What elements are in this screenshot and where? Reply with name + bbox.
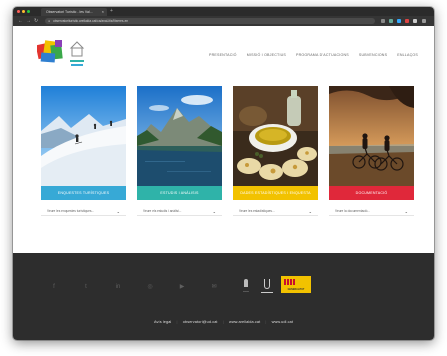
extension-icon[interactable] bbox=[413, 19, 417, 23]
card-label: DADES ESTADÍSTIQUES I ENQUESTA bbox=[233, 186, 318, 200]
partner-logo-generalitat[interactable]: GENERALITAT bbox=[281, 276, 311, 293]
card-label: DOCUMENTACIÓ bbox=[329, 186, 414, 200]
email-link[interactable]: observatori@ud.cat bbox=[183, 320, 218, 324]
facebook-icon[interactable]: f bbox=[49, 282, 59, 292]
nav-item-presentacio[interactable]: PRESENTACIÓ bbox=[209, 53, 237, 57]
chevron-down-icon: ⌄ bbox=[404, 209, 408, 214]
menu-icon[interactable] bbox=[422, 19, 426, 23]
nav-item-missio[interactable]: MISSIÓ I OBJECTIUS bbox=[247, 53, 286, 57]
browser-window: Observatori Turístic - les Val... × + ← … bbox=[13, 7, 434, 340]
card-enquestes[interactable]: ENQUESTES TURÍSTIQUES Veure les enqueste… bbox=[41, 86, 126, 216]
footer-contact: Avís legal | observatori@ud.cat | www.ar… bbox=[153, 320, 293, 324]
browser-tab[interactable]: Observatori Turístic - les Val... × bbox=[41, 8, 107, 16]
close-window-button[interactable] bbox=[17, 10, 20, 13]
lock-icon: ● bbox=[48, 19, 51, 23]
partner-logo-udl[interactable]: ▲▲▲ bbox=[239, 277, 253, 293]
dropdown-text: Veure la documentació... bbox=[335, 209, 371, 213]
youtube-icon[interactable]: ▶ bbox=[177, 282, 187, 292]
chevron-down-icon: ⌄ bbox=[116, 209, 120, 214]
url-text: observatoriturístic.arellalda.cat/ca/ana… bbox=[53, 19, 129, 23]
tab-title: Observatori Turístic - les Val... bbox=[46, 10, 93, 14]
chevron-down-icon: ⌄ bbox=[308, 209, 312, 214]
browser-toolbar: ← → ↻ ● observatoriturístic.arellalda.ca… bbox=[13, 16, 434, 26]
chevron-down-icon: ⌄ bbox=[212, 209, 216, 214]
extension-icon[interactable] bbox=[389, 19, 393, 23]
site-logo[interactable] bbox=[37, 38, 89, 72]
dropdown-estadistiques[interactable]: Veure les estadístiques... ⌄ bbox=[233, 209, 318, 216]
card-label: ENQUESTES TURÍSTIQUES bbox=[41, 186, 126, 200]
partner-logo-diputacio[interactable] bbox=[261, 277, 273, 293]
social-links: f t in ◎ ▶ ✉ bbox=[49, 282, 219, 292]
reload-icon[interactable]: ↻ bbox=[34, 17, 38, 25]
card-estudis[interactable]: ESTUDIS I ANÀLISIS Veure els estudis i a… bbox=[137, 86, 222, 216]
card-image-cycling bbox=[329, 86, 414, 186]
back-icon[interactable]: ← bbox=[18, 17, 23, 25]
card-image-lake bbox=[137, 86, 222, 186]
linkedin-icon[interactable]: in bbox=[113, 282, 123, 292]
card-image-skiing bbox=[41, 86, 126, 186]
card-image-food bbox=[233, 86, 318, 186]
email-icon[interactable]: ✉ bbox=[209, 282, 219, 292]
dropdown-text: Veure les estadístiques... bbox=[239, 209, 275, 213]
new-tab-button[interactable]: + bbox=[110, 8, 113, 15]
dropdown-text: Veure els estudis i anàlisi... bbox=[143, 209, 182, 213]
instagram-icon[interactable]: ◎ bbox=[145, 282, 155, 292]
window-controls bbox=[17, 10, 30, 13]
nav-item-programa[interactable]: PROGRAMA D'ACTUACIONS bbox=[296, 53, 349, 57]
tab-close-icon[interactable]: × bbox=[102, 8, 104, 16]
card-estadistiques[interactable]: DADES ESTADÍSTIQUES I ENQUESTA Veure les… bbox=[233, 86, 318, 216]
card-documentacio[interactable]: DOCUMENTACIÓ Veure la documentació... ⌄ bbox=[329, 86, 414, 216]
address-bar[interactable]: ● observatoriturístic.arellalda.cat/ca/a… bbox=[45, 18, 375, 24]
category-cards: ENQUESTES TURÍSTIQUES Veure les enqueste… bbox=[41, 86, 414, 216]
browser-titlebar: Observatori Turístic - les Val... × + bbox=[13, 7, 434, 16]
dropdown-text: Veure les enquestes turístiques... bbox=[47, 209, 95, 213]
minimize-window-button[interactable] bbox=[22, 10, 25, 13]
bookmark-icon[interactable] bbox=[381, 19, 385, 23]
university-link[interactable]: www.udl.cat bbox=[272, 320, 293, 324]
main-navigation: PRESENTACIÓ MISSIÓ I OBJECTIUS PROGRAMA … bbox=[209, 53, 418, 57]
extension-icon[interactable] bbox=[405, 19, 409, 23]
nav-item-enllacos[interactable]: ENLLAÇOS bbox=[397, 53, 418, 57]
extension-icon[interactable] bbox=[397, 19, 401, 23]
maximize-window-button[interactable] bbox=[27, 10, 30, 13]
twitter-icon[interactable]: t bbox=[81, 282, 91, 292]
site-footer: f t in ◎ ▶ ✉ ▲▲▲ GENERALITAT Avís legal … bbox=[13, 253, 434, 340]
partner-logos: ▲▲▲ GENERALITAT bbox=[239, 276, 311, 293]
generalitat-text: GENERALITAT bbox=[287, 288, 305, 291]
website-link[interactable]: www.arellalda.cat bbox=[229, 320, 260, 324]
dropdown-estudis[interactable]: Veure els estudis i anàlisi... ⌄ bbox=[137, 209, 222, 216]
dropdown-documentacio[interactable]: Veure la documentació... ⌄ bbox=[329, 209, 414, 216]
site-header: PRESENTACIÓ MISSIÓ I OBJECTIUS PROGRAMA … bbox=[13, 26, 434, 86]
legal-notice-link[interactable]: Avís legal bbox=[154, 320, 171, 324]
nav-item-subvencions[interactable]: SUBVENCIONS bbox=[359, 53, 387, 57]
forward-icon[interactable]: → bbox=[26, 17, 31, 25]
dropdown-enquestes[interactable]: Veure les enquestes turístiques... ⌄ bbox=[41, 209, 126, 216]
card-label: ESTUDIS I ANÀLISIS bbox=[137, 186, 222, 200]
